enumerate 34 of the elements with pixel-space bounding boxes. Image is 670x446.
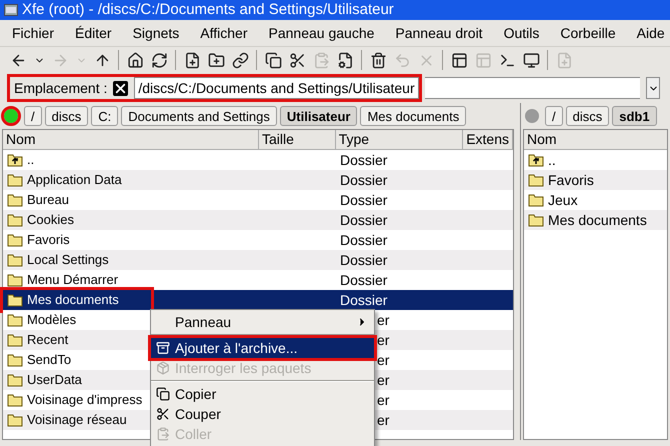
file-type: er — [377, 330, 390, 350]
file-type: Dossier — [340, 210, 388, 230]
file-name: Mes documents — [27, 291, 119, 310]
file-name: Recent — [27, 331, 68, 350]
file-type: Dossier — [340, 270, 388, 290]
file-name: Menu Démarrer — [27, 271, 118, 290]
file-type: er — [377, 350, 390, 370]
file-name: Modèles — [27, 311, 76, 330]
file-type: Dossier — [340, 290, 388, 310]
file-name: .. — [548, 150, 556, 170]
file-name: Voisinage réseau — [27, 411, 127, 430]
file-type: Dossier — [340, 190, 388, 210]
file-name: Favoris — [27, 231, 70, 250]
file-type: er — [377, 410, 390, 430]
file-type: er — [377, 370, 390, 390]
file-name: Favoris — [548, 170, 594, 190]
file-type: Dossier — [340, 150, 388, 170]
file-name: Cookies — [27, 211, 74, 230]
file-name: Mes documents — [548, 210, 647, 230]
file-type: er — [377, 310, 390, 330]
file-name: Voisinage d'impress — [27, 391, 142, 410]
window-title: Xfe (root) - /discs/C:/Documents and Settings/Utilisateur — [22, 0, 394, 20]
file-name: UserData — [27, 371, 82, 390]
file-name: .. — [27, 151, 34, 170]
file-type: er — [377, 390, 390, 410]
file-name: Jeux — [548, 190, 578, 210]
location-label: Emplacement : — [14, 78, 108, 98]
file-name: Bureau — [27, 191, 69, 210]
file-name: SendTo — [27, 351, 72, 370]
file-type: Dossier — [340, 230, 388, 250]
file-name: Application Data — [27, 171, 122, 190]
file-type: Dossier — [340, 170, 388, 190]
file-type: Dossier — [340, 250, 388, 270]
file-name: Local Settings — [27, 251, 109, 270]
